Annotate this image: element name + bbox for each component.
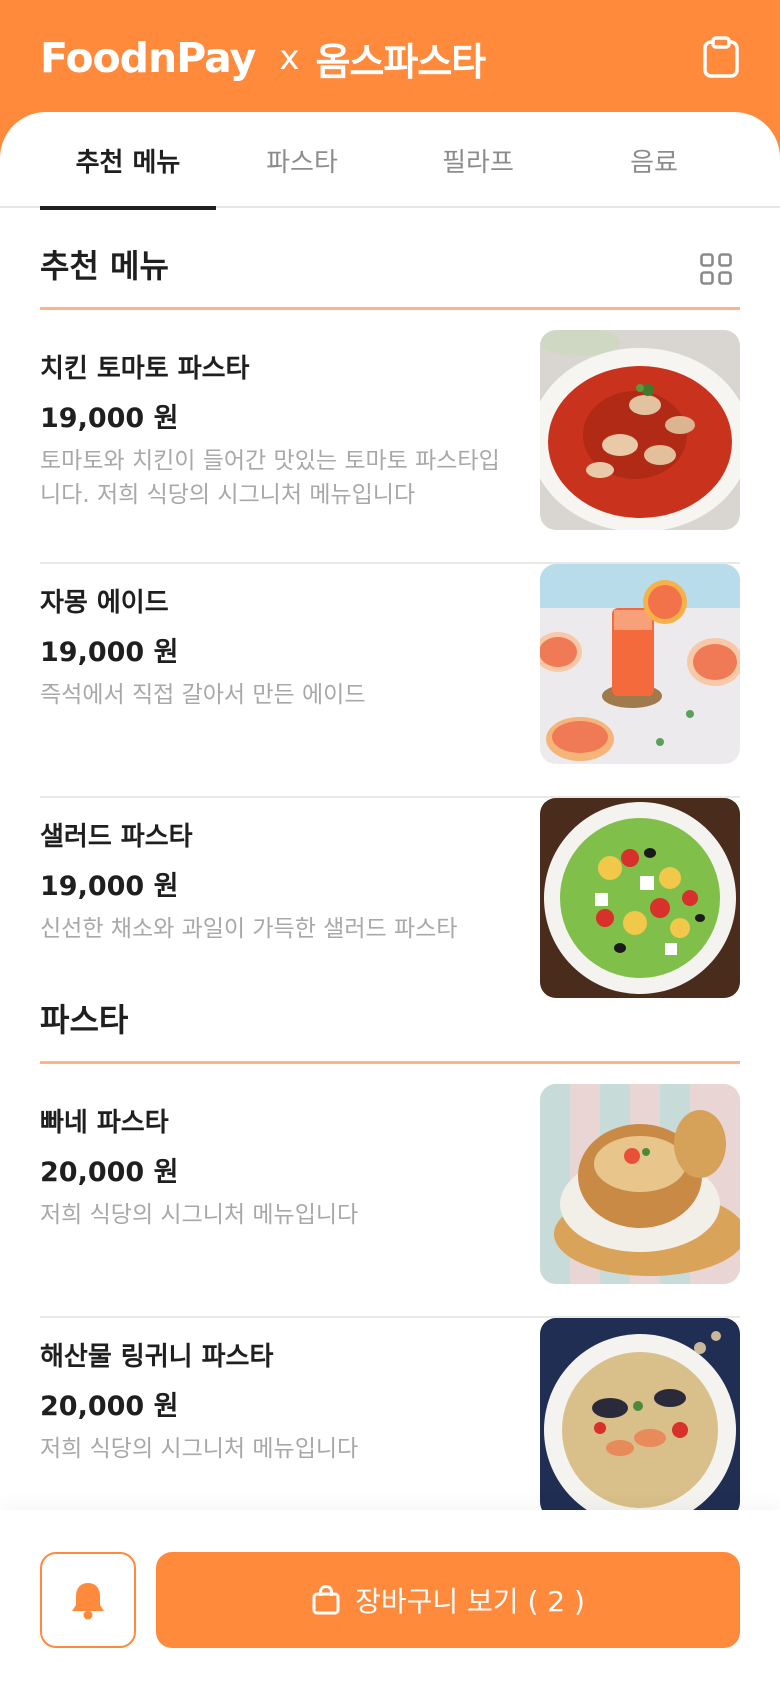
view-cart-button[interactable]: 장바구니 보기 ( 2 ) [156,1552,740,1648]
section-header-recommended: 추천 메뉴 [40,220,740,310]
section-title: 추천 메뉴 [40,247,169,285]
brand-title: FoodnPay x 옴스파스타 [40,30,486,86]
grapefruit-ade-photo [540,564,740,764]
menu-item-name: 해산물 링귀니 파스타 [40,1342,274,1372]
bell-icon [72,1583,104,1620]
menu-item-description: 신선한 채소와 과일이 가득한 샐러드 파스타 [40,916,458,942]
tab-recommended[interactable]: 추천 메뉴 [40,112,216,210]
tomato-pasta-photo [540,330,740,530]
clipboard-icon[interactable] [702,36,740,78]
bottom-action-bar: 장바구니 보기 ( 2 ) [0,1510,780,1688]
grid-view-icon[interactable] [700,253,732,285]
pane-pasta-photo [540,1084,740,1284]
tab-drinks[interactable]: 음료 [566,112,742,208]
app-header: FoodnPay x 옴스파스타 [0,0,780,120]
call-staff-button[interactable] [40,1552,136,1648]
menu-item-price: 20,000 원 [40,1391,179,1422]
menu-sheet: 추천 메뉴 파스타 필라프 음료 추천 메뉴 치킨 토마토 파스타 19,000… [0,112,780,1688]
store-name: 옴스파스타 [315,39,486,84]
menu-item-description: 토마토와 치킨이 들어간 맛있는 토마토 파스타입니다. 저희 식당의 시그니처… [40,448,500,508]
category-tabs: 추천 메뉴 파스타 필라프 음료 [0,112,780,210]
brand-separator: x [279,38,300,78]
menu-item-price: 20,000 원 [40,1157,179,1188]
menu-item[interactable]: 빠네 파스타 20,000 원 저희 식당의 시그니처 메뉴입니다 [40,1084,740,1318]
section-header-pasta: 파스타 [40,974,740,1064]
menu-item-name: 치킨 토마토 파스타 [40,354,250,384]
menu-item-description: 저희 식당의 시그니처 메뉴입니다 [40,1436,359,1462]
shopping-bag-icon [312,1584,340,1615]
cart-button-label: 장바구니 보기 ( 2 ) [355,1585,585,1618]
menu-item-name: 샐러드 파스타 [40,822,193,852]
menu-item-price: 19,000 원 [40,403,179,434]
menu-item-name: 자몽 에이드 [40,588,169,618]
tab-pasta[interactable]: 파스타 [214,112,390,208]
section-title: 파스타 [40,1001,129,1039]
seafood-linguine-photo [540,1318,740,1518]
menu-item-description: 저희 식당의 시그니처 메뉴입니다 [40,1202,359,1228]
menu-item-name: 빠네 파스타 [40,1108,169,1138]
menu-item-description: 즉석에서 직접 갈아서 만든 에이드 [40,682,366,708]
menu-item-price: 19,000 원 [40,871,179,902]
menu-item[interactable]: 자몽 에이드 19,000 원 즉석에서 직접 갈아서 만든 에이드 [40,564,740,798]
menu-item[interactable]: 치킨 토마토 파스타 19,000 원 토마토와 치킨이 들어간 맛있는 토마토… [40,330,740,564]
menu-item-price: 19,000 원 [40,637,179,668]
tab-pilaf[interactable]: 필라프 [390,112,566,208]
salad-pasta-photo [540,798,740,998]
brand-name: FoodnPay [40,34,256,82]
